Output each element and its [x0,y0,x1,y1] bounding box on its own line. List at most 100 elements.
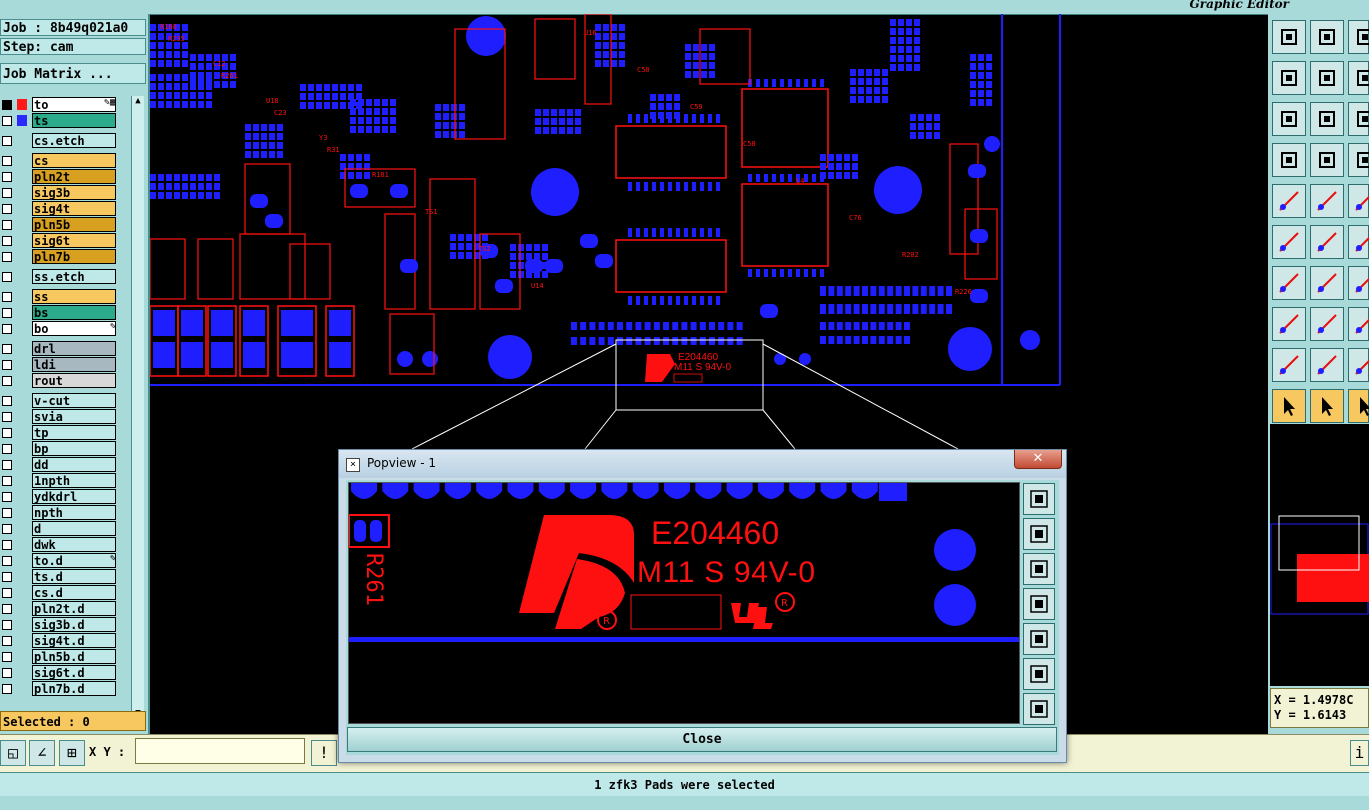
layer-checkbox[interactable] [2,172,12,182]
layer-row[interactable]: sig6t [0,233,118,249]
expand-icon[interactable] [1348,61,1369,95]
layer-row[interactable]: sig4t [0,201,118,217]
layer-name[interactable]: ldi [32,357,116,372]
layer-row[interactable]: bo ✎ [0,321,118,337]
layer-name[interactable]: tp [32,425,116,440]
layer-name[interactable]: d [32,521,116,536]
zoom-in-icon[interactable]: ◱ [0,740,26,766]
layer-name[interactable]: pln2t [32,169,116,184]
layer-checkbox[interactable] [2,360,12,370]
edit-pad-icon[interactable] [1272,307,1306,341]
layer-checkbox[interactable] [2,412,12,422]
layer-row[interactable]: sig4t.d [0,633,118,649]
zoom-window-icon[interactable] [1023,483,1055,515]
bracket-icon[interactable] [1348,266,1369,300]
select-icon[interactable] [1272,389,1306,423]
layer-checkbox[interactable] [2,396,12,406]
layer-name[interactable]: ss [32,289,116,304]
route-icon[interactable] [1272,225,1306,259]
probe-icon[interactable] [1272,143,1306,177]
node-icon[interactable] [1348,225,1369,259]
layer-row[interactable]: bs [0,305,118,321]
layer-row[interactable]: pln2t [0,169,118,185]
select-box-icon[interactable] [1310,389,1344,423]
layer-checkbox[interactable] [2,344,12,354]
layer-checkbox[interactable] [2,636,12,646]
layer-row[interactable]: pln5b.d [0,649,118,665]
layer-name[interactable]: v-cut [32,393,116,408]
layer-name[interactable]: pln5b.d [32,649,116,664]
layer-row[interactable]: ldi [0,357,118,373]
layer-row[interactable]: pln7b.d [0,681,118,697]
arc-icon[interactable] [1348,348,1369,382]
layer-name[interactable]: dwk [32,537,116,552]
xy-input[interactable] [135,738,305,764]
layer-row[interactable]: dd [0,457,118,473]
sidebar-toggle-icon[interactable] [1348,20,1369,54]
layer-name[interactable]: bs [32,305,116,320]
layer-row[interactable]: d [0,521,118,537]
layer-checkbox[interactable] [2,252,12,262]
move-down-icon[interactable] [1023,553,1055,585]
zoom-center-icon[interactable] [1023,693,1055,725]
layer-name[interactable]: ss.etch [32,269,116,284]
layer-checkbox[interactable] [2,292,12,302]
layer-checkbox[interactable] [2,620,12,630]
layer-name[interactable]: rout [32,373,116,388]
join-icon[interactable] [1348,307,1369,341]
layer-name[interactable]: cs.d [32,585,116,600]
arrow-icon[interactable] [1310,348,1344,382]
layer-checkbox[interactable] [2,156,12,166]
layer-checkbox[interactable] [2,492,12,502]
layer-checkbox[interactable] [2,188,12,198]
grid-icon[interactable]: ⊞ [59,740,85,766]
layer-checkbox[interactable] [2,204,12,214]
layer-checkbox[interactable] [2,476,12,486]
layer-name[interactable]: ydkdrl [32,489,116,504]
layer-row[interactable]: ts [0,113,118,129]
layer-name[interactable]: pln5b [32,217,116,232]
layer-name[interactable]: pln7b.d [32,681,116,696]
dash-icon[interactable] [1310,307,1344,341]
layer-checkbox[interactable] [2,308,12,318]
layer-checkbox[interactable] [2,572,12,582]
align-left-icon[interactable] [1272,61,1306,95]
pad-icon[interactable] [1272,184,1306,218]
scroll-up-icon[interactable]: ▲ [133,96,143,106]
layer-name[interactable]: 1npth [32,473,116,488]
layer-checkbox[interactable] [2,136,12,146]
layer-checkbox[interactable] [2,220,12,230]
pan-icon[interactable] [1310,102,1344,136]
layer-name[interactable]: npth [32,505,116,520]
close-button[interactable]: Close [347,727,1057,752]
layer-row[interactable]: to.d ✎ [0,553,118,569]
layer-checkbox[interactable] [2,604,12,614]
draw-icon[interactable] [1310,184,1344,218]
layer-name[interactable]: bo [32,321,116,336]
layer-row[interactable]: pln5b [0,217,118,233]
layer-row[interactable]: cs.etch [0,133,118,149]
layer-name[interactable]: bp [32,441,116,456]
layer-checkbox[interactable] [2,116,12,126]
layer-name[interactable]: cs.etch [32,133,116,148]
layer-row[interactable]: rout [0,373,118,389]
layer-checkbox[interactable] [2,684,12,694]
layer-row[interactable]: pln7b [0,249,118,265]
layer-name[interactable]: ts [32,113,116,128]
cross-icon[interactable] [1310,225,1344,259]
overview-map[interactable] [1270,424,1369,686]
ruler-icon[interactable] [1348,184,1369,218]
fit-view-icon[interactable] [1272,102,1306,136]
line-icon[interactable] [1272,266,1306,300]
layer-checkbox[interactable] [2,460,12,470]
info-icon[interactable]: i [1350,740,1369,766]
layer-name[interactable]: sig4t.d [32,633,116,648]
layer-checkbox[interactable] [2,428,12,438]
layer-checkbox[interactable] [2,100,12,110]
layer-checkbox[interactable] [2,272,12,282]
layer-checkbox[interactable] [2,376,12,386]
layer-checkbox[interactable] [2,444,12,454]
layer-row[interactable]: svia [0,409,118,425]
measure-icon[interactable]: ∠ [29,740,55,766]
layer-row[interactable]: ss [0,289,118,305]
